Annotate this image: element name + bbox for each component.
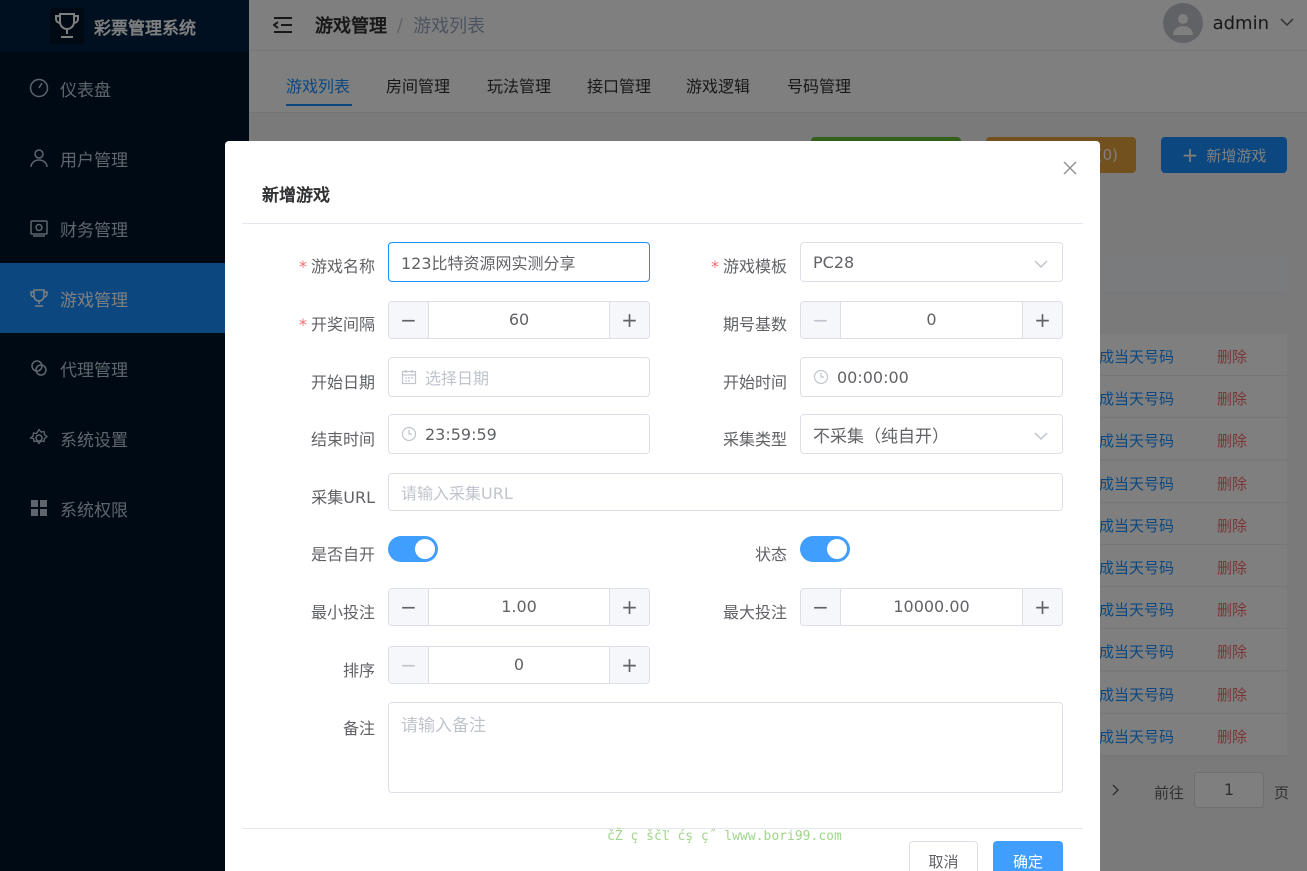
collect-url-input[interactable]: 请输入采集URL [388,473,1063,511]
dialog-title: 新增游戏 [262,186,330,206]
chevron-down-icon [1034,428,1048,442]
collect-type-select[interactable]: 不采集（纯自开） [800,414,1063,454]
game-template-value: PC28 [813,252,855,272]
self-open-switch[interactable] [388,536,438,562]
issue-base-label: 期号基数 [722,315,787,334]
add-game-dialog: 新增游戏 * 游戏名称 123比特资源网实测分享 * 游戏模板 PC28 * 开奖间隔… [225,141,1100,871]
increase-button[interactable]: + [1022,589,1062,625]
clock-icon [401,426,417,442]
sort-stepper: − 0 + [388,646,650,684]
remark-label: 备注 [342,719,375,738]
calendar-icon [401,369,417,385]
watermark: čŽ ç ščľ ćş ç˝ lwww.bori99.com [607,829,842,844]
game-name-input[interactable]: 123比特资源网实测分享 [388,242,650,282]
game-name-value: 123比特资源网实测分享 [401,254,576,273]
remark-textarea[interactable]: 请输入备注 [388,702,1063,793]
sort-label: 排序 [342,661,375,680]
game-template-select[interactable]: PC28 [800,242,1063,282]
issue-base-value[interactable]: 0 [841,302,1022,338]
decrease-button[interactable]: − [801,589,841,625]
increase-button[interactable]: + [1022,302,1062,338]
self-open-label: 是否自开 [310,545,375,564]
end-time-label: 结束时间 [310,430,375,449]
confirm-button[interactable]: 确定 [993,841,1063,871]
dialog-header-divider [242,223,1083,224]
increase-button[interactable]: + [609,647,649,683]
max-bet-stepper: − 10000.00 + [800,588,1063,626]
switch-knob [827,539,847,559]
start-time-picker[interactable]: 00:00:00 [800,357,1063,397]
game-name-label: * 游戏名称 [298,257,375,276]
draw-interval-value[interactable]: 60 [429,302,609,338]
remark-placeholder: 请输入备注 [401,716,486,736]
game-template-label: * 游戏模板 [710,257,787,276]
max-bet-label: 最大投注 [722,603,787,622]
switch-knob [415,539,435,559]
close-icon[interactable] [1061,159,1079,177]
end-time-picker[interactable]: 23:59:59 [388,414,650,454]
collect-url-label: 采集URL [311,488,375,507]
start-date-label: 开始日期 [310,373,375,392]
cancel-button[interactable]: 取消 [909,841,978,871]
start-time-label: 开始时间 [722,373,787,392]
status-switch[interactable] [800,536,850,562]
clock-icon [813,369,829,385]
decrease-button[interactable]: − [389,647,429,683]
draw-interval-stepper: − 60 + [388,301,650,339]
decrease-button[interactable]: − [389,589,429,625]
min-bet-value[interactable]: 1.00 [429,589,609,625]
min-bet-label: 最小投注 [310,603,375,622]
start-date-placeholder: 选择日期 [425,369,490,388]
collect-type-label: 采集类型 [722,430,787,449]
chevron-down-icon [1034,256,1048,270]
decrease-button[interactable]: − [389,302,429,338]
status-label: 状态 [754,545,787,564]
start-date-picker[interactable]: 选择日期 [388,357,650,397]
decrease-button[interactable]: − [801,302,841,338]
sort-value[interactable]: 0 [429,647,609,683]
collect-url-placeholder: 请输入采集URL [401,484,513,503]
collect-type-value: 不采集（纯自开） [813,426,949,447]
min-bet-stepper: − 1.00 + [388,588,650,626]
end-time-value: 23:59:59 [425,424,497,444]
start-time-value: 00:00:00 [837,367,909,387]
issue-base-stepper: − 0 + [800,301,1063,339]
draw-interval-label: * 开奖间隔 [298,315,375,334]
max-bet-value[interactable]: 10000.00 [841,589,1022,625]
